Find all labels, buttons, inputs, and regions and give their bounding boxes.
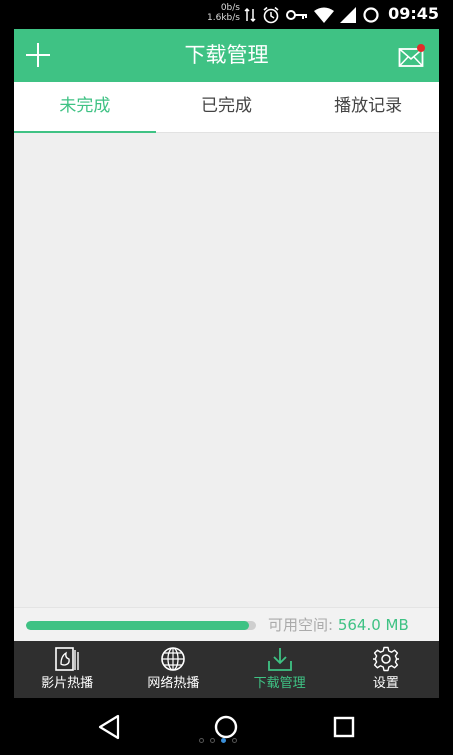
globe-icon	[161, 647, 186, 671]
download-icon	[267, 648, 292, 671]
upload-speed: 0b/s	[220, 3, 240, 13]
storage-progress-bar	[26, 621, 256, 630]
sync-icon	[363, 7, 379, 23]
status-bar: 0b/s 1.6kb/s 09:45	[0, 0, 453, 29]
nav-download-manager[interactable]: 下载管理	[227, 641, 333, 698]
data-arrows-icon	[244, 7, 256, 23]
clock: 09:45	[388, 4, 439, 23]
network-speed: 0b/s 1.6kb/s	[198, 3, 240, 23]
tab-incomplete[interactable]: 未完成	[14, 82, 156, 133]
tab-bar: 未完成 已完成 播放记录	[14, 82, 439, 133]
movie-icon	[55, 647, 79, 671]
storage-progress-fill	[26, 621, 250, 630]
app-header: 下载管理	[14, 29, 439, 82]
available-space-label: 可用空间:	[268, 616, 334, 634]
page-dot	[210, 738, 215, 743]
page-dot	[232, 738, 237, 743]
alarm-icon	[263, 6, 279, 24]
download-list	[14, 133, 439, 607]
nav-label: 下载管理	[253, 676, 306, 691]
key-icon	[286, 10, 307, 20]
recents-icon[interactable]	[330, 713, 358, 741]
home-icon[interactable]	[212, 713, 240, 741]
page-title: 下载管理	[184, 43, 269, 67]
page-indicator	[199, 738, 237, 743]
bottom-nav: 影片热播 网络热播 下载管理 设置	[14, 641, 439, 698]
nav-web-hot[interactable]: 网络热播	[120, 641, 226, 698]
mail-icon[interactable]	[398, 43, 426, 69]
page-dot	[221, 738, 226, 743]
status-icons	[244, 5, 380, 25]
nav-label: 网络热播	[147, 676, 200, 691]
nav-movie-hot[interactable]: 影片热播	[14, 641, 120, 698]
storage-indicator: 可用空间: 564.0 MB	[14, 607, 439, 642]
back-icon[interactable]	[96, 713, 124, 741]
nav-settings[interactable]: 设置	[333, 641, 439, 698]
system-nav-bar	[0, 698, 453, 755]
page-dot	[199, 738, 204, 743]
storage-label: 可用空间: 564.0 MB	[268, 608, 409, 642]
download-speed: 1.6kb/s	[207, 13, 240, 23]
signal-icon	[340, 7, 356, 23]
download-manager-app: 下载管理 未完成 已完成 播放记录 可用空间: 564.0 MB 影片热播 网络…	[14, 29, 439, 698]
tab-play-history[interactable]: 播放记录	[297, 82, 439, 132]
nav-label: 设置	[372, 676, 399, 691]
notification-dot	[417, 44, 425, 52]
wifi-icon	[314, 7, 334, 23]
nav-label: 影片热播	[41, 676, 94, 691]
gear-icon	[372, 646, 399, 672]
available-space-value: 564.0 MB	[337, 616, 409, 634]
tab-completed[interactable]: 已完成	[156, 82, 298, 132]
